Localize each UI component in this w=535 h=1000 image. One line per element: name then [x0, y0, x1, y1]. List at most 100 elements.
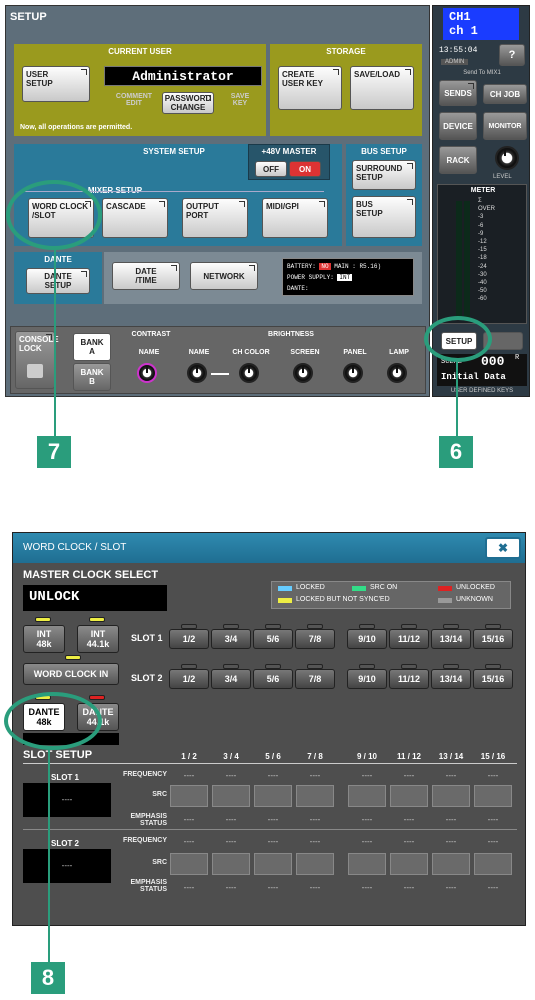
contrast-name-knob[interactable] [137, 363, 157, 383]
src-button[interactable] [254, 853, 292, 875]
brightness-name-label: NAME [188, 349, 210, 356]
close-button[interactable]: ✖ [485, 537, 521, 559]
ch-color-knob[interactable] [239, 363, 259, 383]
meter-scale-tick: -18 [478, 255, 487, 262]
src-button[interactable] [254, 785, 292, 807]
lamp-knob[interactable] [387, 363, 407, 383]
slot2-channel-button[interactable]: 13/14 [431, 669, 471, 689]
src-button[interactable] [212, 853, 250, 875]
network-button[interactable]: NETWORK [190, 262, 258, 290]
midi-gpi-button[interactable]: MIDI/GPI [262, 198, 328, 238]
slot2-channel-button[interactable]: 7/8 [295, 669, 335, 689]
src-button[interactable] [212, 785, 250, 807]
level-knob[interactable] [495, 146, 519, 170]
slot2-channel-button[interactable]: 1/2 [169, 669, 209, 689]
dante-panel: DANTE DANTE SETUP [14, 252, 102, 304]
src-button[interactable] [296, 853, 334, 875]
channel-display[interactable]: CH1 ch 1 [443, 8, 519, 40]
slot1-display: ---- [23, 783, 111, 817]
frequency-value: ---- [183, 771, 195, 780]
phantom-off-button[interactable]: OFF [255, 161, 287, 177]
src-button[interactable] [432, 853, 470, 875]
legend-locked: LOCKED [296, 584, 325, 591]
bank-b-button[interactable]: BANK B [73, 363, 111, 391]
ch-job-button[interactable]: CH JOB [483, 84, 527, 104]
slot1-channel-button[interactable]: 5/6 [253, 629, 293, 649]
slot-column-header: 3 / 4 [223, 752, 239, 761]
slot2-channel-button[interactable]: 15/16 [473, 669, 513, 689]
panel-knob[interactable] [343, 363, 363, 383]
date-time-button[interactable]: DATE /TIME [112, 262, 180, 290]
slot1-src-label: SRC [152, 791, 167, 798]
phantom-on-button[interactable]: ON [289, 161, 321, 177]
device-button[interactable]: DEVICE [439, 112, 477, 140]
slot2-label: SLOT 2 [131, 673, 163, 683]
int-44k-button[interactable]: INT 44.1k [77, 625, 119, 653]
slot2-channel-button[interactable]: 11/12 [389, 669, 429, 689]
emphasis-value: ---- [403, 815, 415, 824]
user-setup-button[interactable]: USER SETUP [22, 66, 90, 102]
src-button[interactable] [432, 785, 470, 807]
src-button[interactable] [348, 785, 386, 807]
frequency-value: ---- [183, 837, 195, 846]
output-port-button[interactable]: OUTPUT PORT [182, 198, 248, 238]
meter-scale-tick: -12 [478, 239, 487, 246]
slot1-channel-button[interactable]: 3/4 [211, 629, 251, 649]
slot-column-header: 15 / 16 [480, 752, 506, 761]
console-lock-button[interactable]: CONSOLE LOCK [15, 331, 59, 389]
help-button[interactable]: ? [499, 44, 525, 66]
slot2-channel-button[interactable]: 3/4 [211, 669, 251, 689]
bus-setup-button[interactable]: BUS SETUP [352, 196, 416, 238]
current-user-title: CURRENT USER [108, 47, 172, 56]
close-icon: ✖ [497, 541, 509, 555]
rack-button[interactable]: RACK [439, 146, 477, 174]
brightness-name-knob[interactable] [187, 363, 207, 383]
dante-setup-button[interactable]: DANTE SETUP [26, 268, 90, 294]
battery-value: NO [319, 263, 331, 270]
screen-label: SCREEN [290, 349, 320, 356]
comment-edit-button[interactable]: COMMENT EDIT [110, 93, 158, 113]
screen-knob[interactable] [293, 363, 313, 383]
cascade-button[interactable]: CASCADE [102, 198, 168, 238]
meter-scale-tick: -30 [478, 271, 487, 278]
slot1-channel-button[interactable]: 7/8 [295, 629, 335, 649]
ch-color-label: CH COLOR [232, 349, 270, 356]
int-48k-button[interactable]: INT 48k [23, 625, 65, 653]
src-button[interactable] [170, 785, 208, 807]
slot2-src-label: SRC [152, 859, 167, 866]
legend-src-on: SRC ON [370, 584, 398, 591]
src-button[interactable] [390, 785, 428, 807]
frequency-value: ---- [403, 771, 415, 780]
frequency-value: ---- [403, 837, 415, 846]
slot1-channel-button[interactable]: 15/16 [473, 629, 513, 649]
word-clock-in-button[interactable]: WORD CLOCK IN [23, 663, 119, 685]
emphasis-value: ---- [487, 815, 499, 824]
emphasis-value: ---- [403, 883, 415, 892]
slot1-channel-button[interactable]: 1/2 [169, 629, 209, 649]
src-button[interactable] [296, 785, 334, 807]
slot1-channel-button[interactable]: 13/14 [431, 629, 471, 649]
src-button[interactable] [474, 853, 512, 875]
slot1-channel-button[interactable]: 9/10 [347, 629, 387, 649]
slot2-channel-button[interactable]: 9/10 [347, 669, 387, 689]
callout-7: 7 [37, 436, 71, 468]
monitor-button[interactable]: MONITOR [483, 112, 527, 140]
create-user-key-button[interactable]: CREATE USER KEY [278, 66, 342, 110]
legend-locked-swatch [278, 586, 292, 591]
slot1-channel-button[interactable]: 11/12 [389, 629, 429, 649]
save-key-button[interactable]: SAVE KEY [220, 93, 260, 113]
bank-a-button[interactable]: BANK A [73, 333, 111, 361]
dante441-led [89, 695, 105, 700]
link-line [211, 373, 229, 375]
src-button[interactable] [170, 853, 208, 875]
surround-setup-button[interactable]: SURROUND SETUP [352, 160, 416, 190]
save-load-button[interactable]: SAVE/LOAD [350, 66, 414, 110]
sends-on-fader-button[interactable]: SENDS [439, 80, 477, 106]
slot2-channel-button[interactable]: 5/6 [253, 669, 293, 689]
channel-number: CH1 [449, 10, 471, 24]
meter-scale-tick: -9 [478, 230, 484, 237]
password-change-button[interactable]: PASSWORD CHANGE [162, 92, 214, 114]
src-button[interactable] [348, 853, 386, 875]
src-button[interactable] [390, 853, 428, 875]
src-button[interactable] [474, 785, 512, 807]
